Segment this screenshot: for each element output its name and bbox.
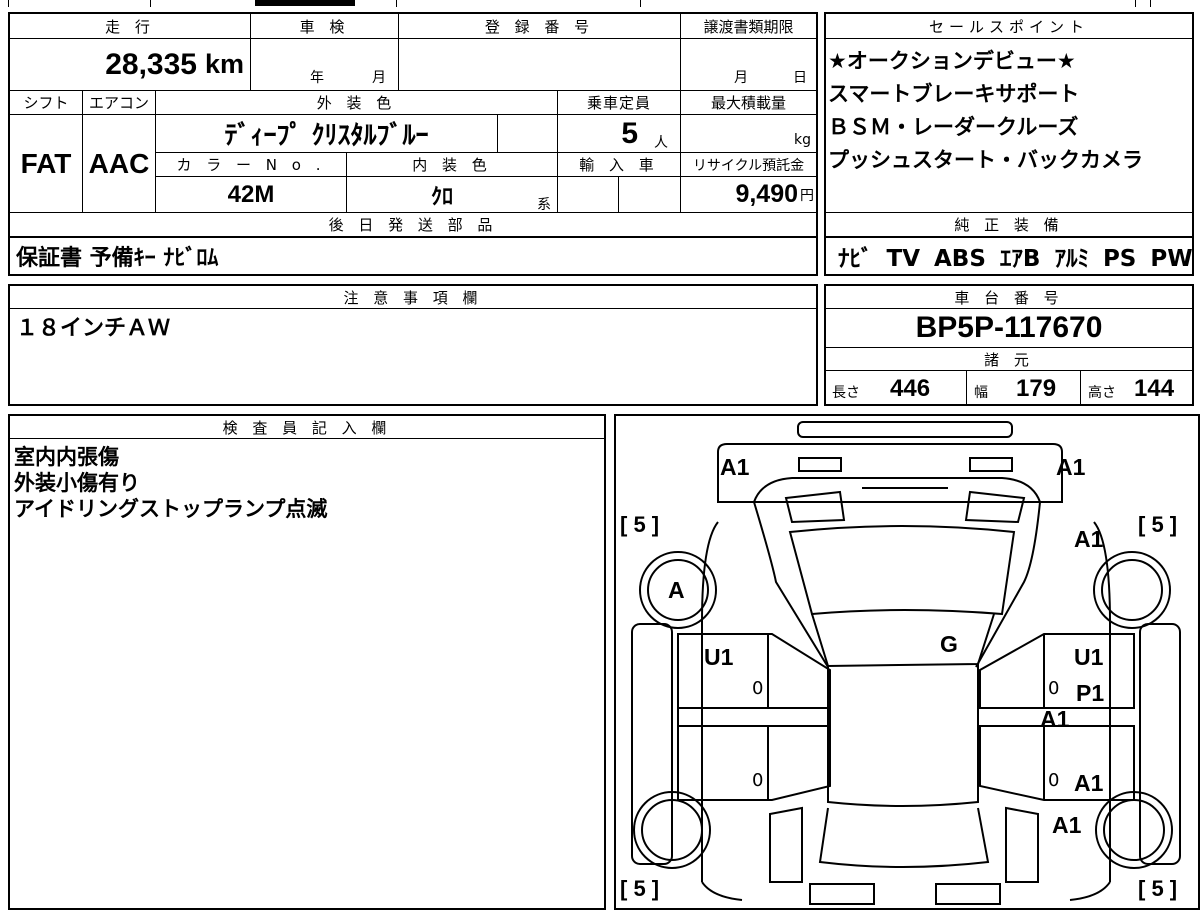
transfer-month-label: 月 (734, 70, 748, 86)
bracket-bottom-left: [ 5 ] (620, 876, 660, 901)
capacity-value: 5 (621, 116, 638, 150)
width-value: 179 (1016, 375, 1057, 402)
sales-points-header: セールスポイント (826, 14, 1192, 38)
vehicle-info-table: 走 行 車 検 登 録 番 号 譲渡書類期限 28,335 km 年 月 月 日… (8, 12, 818, 238)
mark-right-front-door: U1 (1074, 644, 1104, 670)
later-parts-header: 後 日 発 送 部 品 (10, 213, 816, 236)
capacity-unit: 人 (654, 135, 668, 151)
genuine-equipment-header: 純 正 装 備 (826, 213, 1192, 236)
inspector-note-1: 室内内張傷 (14, 445, 119, 469)
color-no-header: カ ラ ー N o . (156, 153, 346, 176)
mark-zero-left-rear: 0 (752, 770, 764, 791)
later-parts-value: 保証書 予備ｷｰ ﾅﾋﾞﾛﾑ (16, 246, 219, 271)
mark-windshield: G (940, 631, 958, 657)
notes-box: 注 意 事 項 欄 １８インチＡＷ (8, 284, 818, 406)
later-parts-row: 保証書 予備ｷｰ ﾅﾋﾞﾛﾑ (8, 236, 818, 276)
height-label: 高さ (1088, 385, 1116, 401)
width-label: 幅 (974, 385, 988, 401)
mileage-header: 走 行 (10, 14, 250, 38)
registration-header: 登 録 番 号 (399, 14, 680, 38)
bracket-bottom-right: [ 5 ] (1138, 876, 1178, 901)
shift-value: FAT (20, 147, 72, 179)
sales-point-3: ＢＳＭ・レーダークルーズ (828, 115, 1079, 139)
transfer-day-label: 日 (793, 70, 807, 86)
mark-right-rear-fender: A1 (1052, 812, 1082, 838)
bracket-top-left: [ 5 ] (620, 512, 660, 537)
mark-front-right-fender: A1 (1074, 526, 1104, 552)
genuine-equipment-row: ﾅﾋﾞ TV ABS ｴｱB ｱﾙﾐ PS PW (824, 236, 1194, 276)
mark-zero-left-front: 0 (752, 678, 764, 699)
interior-suffix: 系 (537, 197, 551, 213)
mark-front-left: A1 (720, 454, 750, 480)
sales-point-2: スマートブレーキサポート (828, 82, 1080, 106)
aircon-value: AAC (88, 147, 150, 179)
top-cutoff-strip (0, 0, 1200, 8)
length-label: 長さ (832, 385, 860, 401)
inspector-note-2: 外装小傷有り (14, 471, 140, 495)
specs-header: 諸 元 (826, 348, 1192, 370)
chassis-specs-box: 車 台 番 号 BP5P-117670 諸 元 長さ 446 幅 179 高さ … (824, 284, 1194, 406)
mark-right-front-door-2: P1 (1076, 680, 1105, 706)
mileage-value: 28,335 km (10, 39, 248, 90)
bracket-top-right: [ 5 ] (1138, 512, 1178, 537)
mark-left-front-door: U1 (704, 644, 734, 670)
inspection-year-label: 年 (310, 70, 324, 86)
import-header: 輸 入 車 (558, 153, 680, 176)
interior-color-header: 内 装 色 (347, 153, 557, 176)
mark-right-rear-door: A1 (1074, 770, 1104, 796)
aircon-header: エアコン (83, 91, 155, 114)
inspection-month-label: 月 (372, 70, 386, 86)
capacity-header: 乗車定員 (558, 91, 680, 114)
sales-point-4: プッシュスタート・バックカメラ (828, 148, 1143, 172)
mark-right-pillar: A1 (1040, 706, 1070, 732)
mark-zero-right-rear: 0 (1048, 770, 1060, 791)
color-no-value: 42M (227, 180, 275, 208)
inspector-header: 検 査 員 記 入 欄 (10, 416, 604, 438)
inspection-header: 車 検 (251, 14, 398, 38)
mark-front-right: A1 (1056, 454, 1086, 480)
mileage-unit: km (204, 49, 244, 79)
car-diagram-box: [ 5 ] [ 5 ] [ 5 ] [ 5 ] A1 A1 A1 A G U1 … (614, 414, 1200, 910)
notes-header: 注 意 事 項 欄 (10, 286, 816, 308)
recycle-fee-value: 9,490 円 (681, 177, 814, 212)
recycle-fee-number: 9,490 (735, 180, 798, 208)
mark-front-left-wheel: A (668, 577, 685, 603)
shift-header: シフト (10, 91, 82, 114)
height-value: 144 (1134, 375, 1175, 402)
exterior-color-header: 外 装 色 (156, 91, 557, 114)
notes-value: １８インチＡＷ (16, 316, 171, 341)
mileage-number: 28,335 (105, 47, 197, 81)
interior-color-value: ｸﾛ (430, 184, 453, 210)
exterior-color-value: ﾃﾞｨｰﾌﾟ ｸﾘｽﾀﾙﾌﾞﾙｰ (224, 121, 429, 151)
recycle-fee-header: リサイクル預託金 (681, 153, 816, 176)
chassis-number-value: BP5P-117670 (915, 311, 1103, 344)
chassis-number-header: 車 台 番 号 (826, 286, 1192, 308)
max-load-header: 最大積載量 (681, 91, 816, 114)
genuine-equipment-value: ﾅﾋﾞ TV ABS ｴｱB ｱﾙﾐ PS PW (838, 246, 1193, 272)
mark-zero-right-front: 0 (1048, 678, 1060, 699)
length-value: 446 (890, 375, 931, 402)
transfer-deadline-header: 譲渡書類期限 (681, 14, 816, 38)
recycle-fee-unit: 円 (800, 187, 814, 204)
max-load-unit: kg (794, 132, 811, 148)
inspector-note-3: アイドリングストップランプ点滅 (14, 497, 328, 521)
sales-point-1: ★オークションデビュー★ (828, 49, 1076, 73)
sales-points-box: セールスポイント ★オークションデビュー★ スマートブレーキサポート ＢＳＭ・レ… (824, 12, 1194, 238)
inspector-box: 検 査 員 記 入 欄 室内内張傷 外装小傷有り アイドリングストップランプ点滅 (8, 414, 606, 910)
